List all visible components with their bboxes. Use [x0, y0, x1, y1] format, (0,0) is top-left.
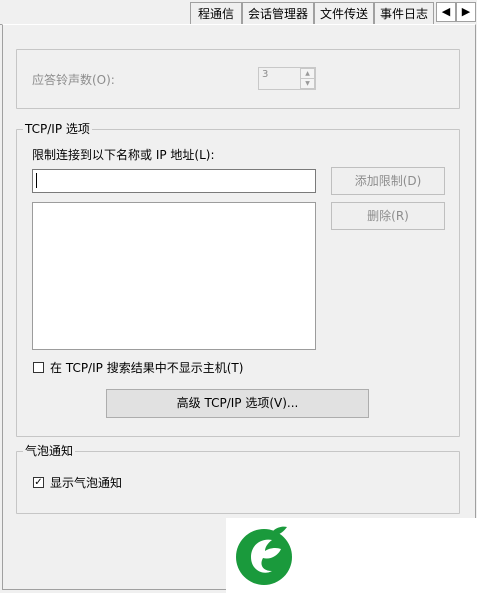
hide-hosts-checkbox[interactable] [33, 362, 44, 373]
ring-count-value: 3 [262, 69, 269, 80]
arrow-left-icon: ◀ [441, 5, 451, 18]
restriction-list[interactable] [32, 202, 316, 350]
delete-restriction-label: 删除(R) [367, 209, 409, 223]
checkmark-icon: ✓ [34, 477, 43, 488]
arrow-right-icon: ▶ [461, 5, 471, 18]
restrict-label: 限制连接到以下名称或 IP 地址(L): [32, 148, 215, 162]
tab-file-transfer[interactable]: 文件传送 [314, 2, 374, 24]
show-bubble-checkbox[interactable]: ✓ [33, 477, 44, 488]
ring-count-label: 应答铃声数(O): [32, 73, 115, 87]
tab-label: 文件传送 [319, 7, 368, 21]
tab-label: 会话管理器 [247, 7, 308, 21]
tab-strip: 程通信 会话管理器 文件传送 事件日志 ◀ ▶ [0, 0, 477, 26]
leaf-logo-icon [236, 526, 292, 585]
tcpip-group-label: TCP/IP 选项 [23, 121, 92, 137]
advanced-tcpip-button[interactable]: 高级 TCP/IP 选项(V)... [106, 389, 369, 418]
ring-count-spinner[interactable]: 3 ▲ ▼ [258, 67, 316, 90]
hide-hosts-label: 在 TCP/IP 搜索结果中不显示主机(T) [50, 361, 244, 375]
spin-down-icon[interactable]: ▼ [300, 78, 315, 89]
show-bubble-label: 显示气泡通知 [50, 476, 123, 490]
tab-remote-communication[interactable]: 程通信 [190, 2, 242, 24]
bubble-group-label: 气泡通知 [23, 443, 76, 459]
tab-label: 事件日志 [379, 7, 428, 21]
tab-session-manager[interactable]: 会话管理器 [242, 2, 314, 24]
tab-scroll-right-button[interactable]: ▶ [456, 2, 476, 22]
advanced-tcpip-label: 高级 TCP/IP 选项(V)... [176, 396, 299, 410]
tab-label: 程通信 [197, 7, 234, 21]
add-restriction-button[interactable]: 添加限制(D) [331, 167, 445, 195]
add-restriction-label: 添加限制(D) [354, 174, 422, 188]
tab-event-log[interactable]: 事件日志 [374, 2, 434, 24]
text-cursor [36, 173, 37, 188]
tab-scroll-left-button[interactable]: ◀ [436, 2, 456, 22]
watermark-area [226, 518, 477, 593]
delete-restriction-button[interactable]: 删除(R) [331, 202, 445, 230]
restrict-address-input[interactable] [32, 169, 316, 193]
